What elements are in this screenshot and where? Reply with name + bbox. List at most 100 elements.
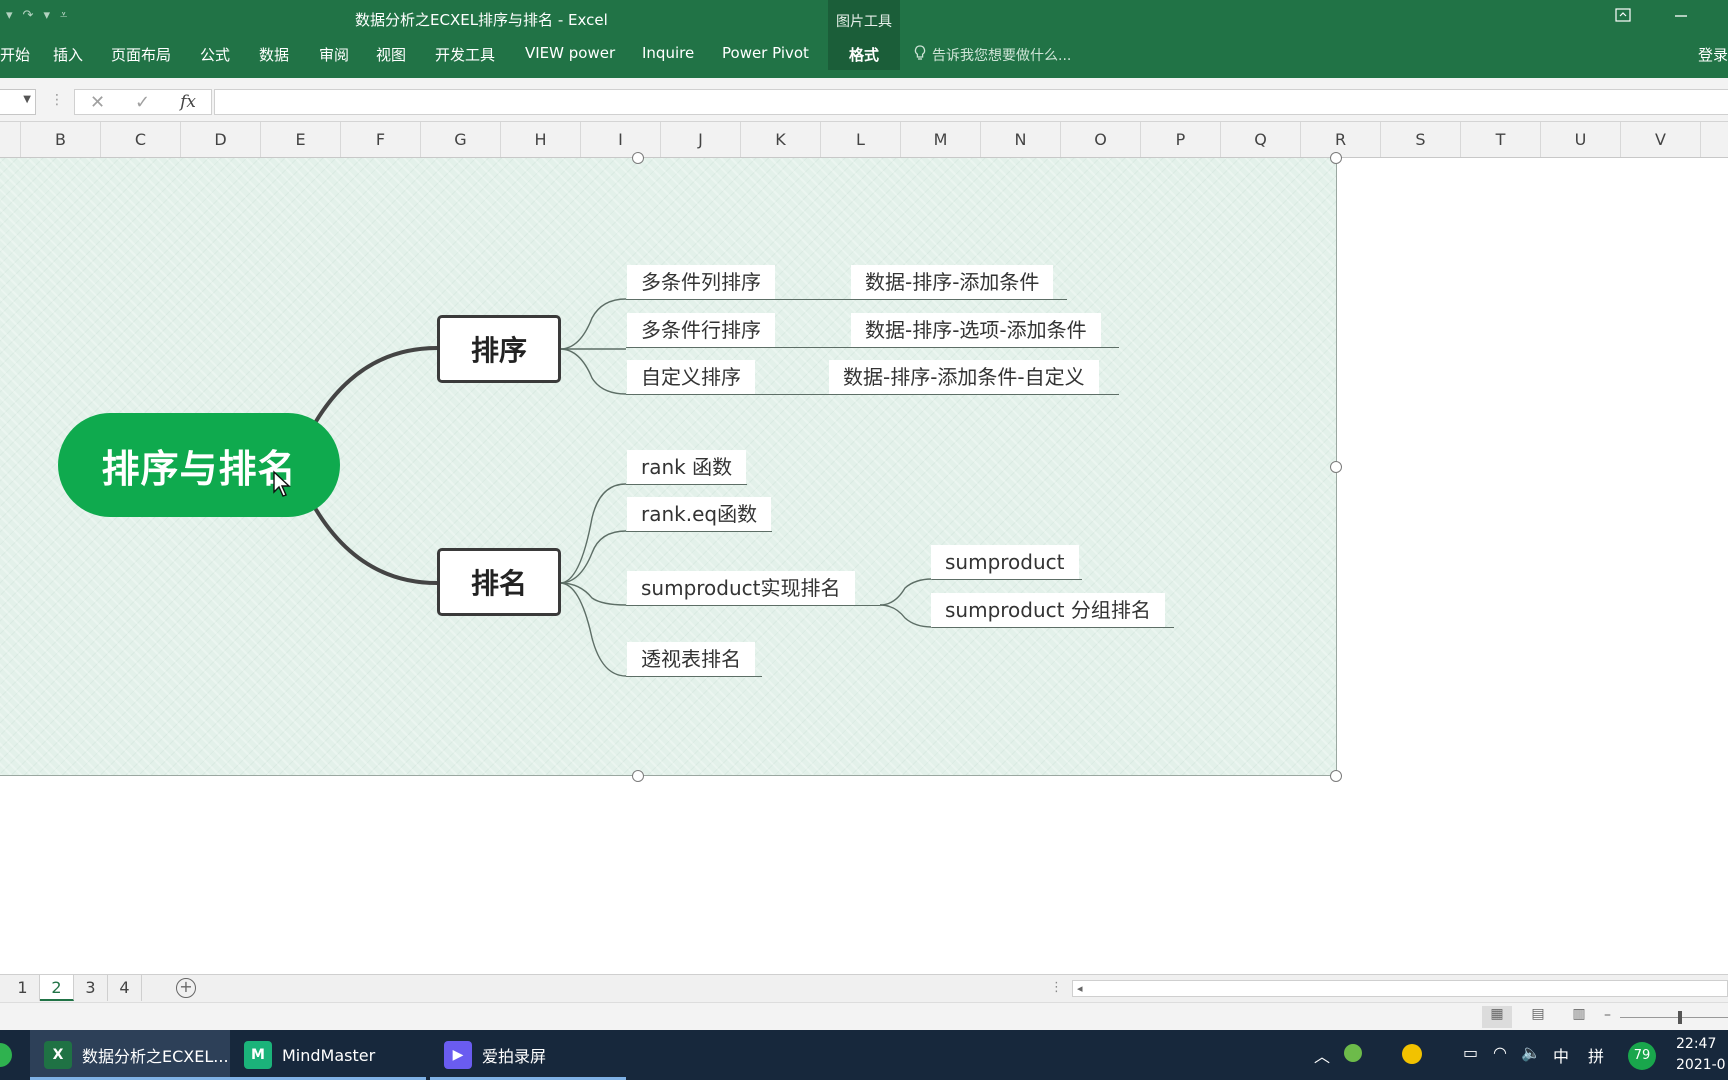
insert-function-icon[interactable]: fx bbox=[180, 92, 196, 112]
column-header-u[interactable]: U bbox=[1541, 122, 1621, 157]
column-header-r[interactable]: R bbox=[1301, 122, 1381, 157]
column-header-e[interactable]: E bbox=[261, 122, 341, 157]
tab-6[interactable]: 视图 bbox=[376, 44, 406, 65]
mindmap-root-node[interactable]: 排序与排名 bbox=[58, 413, 340, 517]
column-header-d[interactable]: D bbox=[181, 122, 261, 157]
add-sheet-icon[interactable]: + bbox=[176, 978, 196, 998]
start-icon[interactable] bbox=[0, 1043, 12, 1067]
zoom-slider[interactable] bbox=[1620, 1017, 1728, 1018]
page-break-view-icon[interactable]: ▥ bbox=[1564, 1006, 1594, 1028]
column-header-j[interactable]: J bbox=[661, 122, 741, 157]
network-icon[interactable]: ◠ bbox=[1493, 1043, 1507, 1062]
column-header-i[interactable]: I bbox=[581, 122, 661, 157]
scroll-left-icon[interactable]: ◂ bbox=[1077, 982, 1083, 995]
column-header-t[interactable]: T bbox=[1461, 122, 1541, 157]
mindmap-leaf-sumproduct-rank[interactable]: sumproduct实现排名 bbox=[627, 571, 855, 605]
horizontal-scrollbar[interactable]: ◂ bbox=[1072, 980, 1728, 997]
zoom-out-icon[interactable]: – bbox=[1604, 1007, 1611, 1023]
zoom-slider-thumb[interactable] bbox=[1678, 1011, 1682, 1024]
sheet-tab-bar: 1234 + ⋮ ◂ bbox=[0, 974, 1728, 1002]
resize-handle-top[interactable] bbox=[632, 152, 644, 164]
ribbon-display-options-icon[interactable] bbox=[1615, 8, 1631, 26]
sheet-tab-2[interactable]: 2 bbox=[40, 975, 74, 1001]
tab-2[interactable]: 页面布局 bbox=[111, 44, 171, 65]
column-header-p[interactable]: P bbox=[1141, 122, 1221, 157]
column-header-o[interactable]: O bbox=[1061, 122, 1141, 157]
mindmap-leaf-rank-function[interactable]: rank 函数 bbox=[627, 450, 747, 484]
battery-icon[interactable]: ▭ bbox=[1463, 1043, 1478, 1062]
column-header-v[interactable]: V bbox=[1621, 122, 1701, 157]
mindmap-detail-add-condition[interactable]: 数据-排序-添加条件 bbox=[851, 265, 1054, 299]
mindmap-leaf-sumproduct-group-rank[interactable]: sumproduct 分组排名 bbox=[931, 593, 1165, 627]
sheet-tab-3[interactable]: 3 bbox=[74, 975, 108, 1001]
redo-dropdown-icon[interactable]: ▾ bbox=[43, 8, 50, 23]
enter-icon[interactable]: ✓ bbox=[135, 92, 150, 113]
mindmap-leaf-pivot-rank[interactable]: 透视表排名 bbox=[627, 642, 755, 676]
tab-9[interactable]: Inquire bbox=[642, 44, 694, 62]
tab-7[interactable]: 开发工具 bbox=[435, 44, 495, 65]
tab-1[interactable]: 插入 bbox=[53, 44, 83, 65]
column-header-l[interactable]: L bbox=[821, 122, 901, 157]
mindmap-underline bbox=[626, 531, 772, 532]
mindmap-picture[interactable]: 排序与排名 排序 排名 多条件列排序 数据-排序-添加条件 多条件行排序 数据-… bbox=[0, 152, 1342, 782]
mindmap-detail-options-add-condition[interactable]: 数据-排序-选项-添加条件 bbox=[851, 313, 1101, 347]
ime-language[interactable]: 中 bbox=[1553, 1043, 1569, 1067]
normal-view-icon[interactable]: ▦ bbox=[1482, 1006, 1512, 1028]
resize-handle-bottom-right[interactable] bbox=[1330, 770, 1342, 782]
mindmap-leaf-multi-col-sort[interactable]: 多条件列排序 bbox=[627, 265, 775, 299]
notification-badge[interactable]: 79 bbox=[1628, 1042, 1656, 1070]
formula-bar-resize-handle[interactable]: ⋮ bbox=[50, 92, 64, 108]
login-link[interactable]: 登录 bbox=[1698, 44, 1728, 65]
mindmap-detail-add-condition-custom[interactable]: 数据-排序-添加条件-自定义 bbox=[829, 360, 1099, 394]
sheet-tab-1[interactable]: 1 bbox=[6, 975, 40, 1001]
tray-plus-icon[interactable] bbox=[1402, 1044, 1422, 1064]
tab-4[interactable]: 数据 bbox=[259, 44, 289, 65]
tab-format[interactable]: 格式 bbox=[828, 44, 900, 65]
column-header-c[interactable]: C bbox=[101, 122, 181, 157]
mindmap-branch-rank[interactable]: 排名 bbox=[437, 548, 561, 616]
name-box[interactable]: ▼ bbox=[0, 89, 36, 115]
tab-8[interactable]: VIEW power bbox=[525, 44, 615, 62]
volume-icon[interactable]: 🔈 bbox=[1521, 1043, 1541, 1062]
customize-qat-icon[interactable]: ⩡ bbox=[60, 8, 67, 23]
minimize-icon[interactable] bbox=[1674, 8, 1688, 26]
column-header-k[interactable]: K bbox=[741, 122, 821, 157]
resize-handle-top-right[interactable] bbox=[1330, 152, 1342, 164]
tab-0[interactable]: 开始 bbox=[0, 44, 30, 65]
taskbar-item-excel[interactable]: X 数据分析之ECXEL... bbox=[30, 1030, 230, 1080]
column-header-q[interactable]: Q bbox=[1221, 122, 1301, 157]
tab-10[interactable]: Power Pivot bbox=[722, 44, 809, 62]
mindmap-leaf-rank-eq-function[interactable]: rank.eq函数 bbox=[627, 497, 772, 531]
mindmap-leaf-custom-sort[interactable]: 自定义排序 bbox=[627, 360, 755, 394]
taskbar-item-aipai[interactable]: ▶ 爱拍录屏 bbox=[430, 1030, 626, 1080]
tab-5[interactable]: 审阅 bbox=[319, 44, 349, 65]
scroll-split-handle[interactable]: ⋮ bbox=[1050, 980, 1063, 995]
taskbar-item-mindmaster[interactable]: M MindMaster bbox=[230, 1030, 426, 1080]
clock[interactable]: 22:47 2021-0 bbox=[1676, 1034, 1728, 1076]
column-header-s[interactable]: S bbox=[1381, 122, 1461, 157]
sheet-tab-4[interactable]: 4 bbox=[108, 975, 142, 1001]
tell-me-box[interactable]: 告诉我您想要做什么... bbox=[914, 45, 1071, 65]
resize-handle-right[interactable] bbox=[1330, 461, 1342, 473]
tab-3[interactable]: 公式 bbox=[200, 44, 230, 65]
mindmap-branch-sort[interactable]: 排序 bbox=[437, 315, 561, 383]
column-header-f[interactable]: F bbox=[341, 122, 421, 157]
name-box-dropdown-icon[interactable]: ▼ bbox=[23, 94, 31, 105]
cancel-icon[interactable]: ✕ bbox=[90, 92, 105, 113]
tray-app-icon[interactable] bbox=[1344, 1044, 1362, 1062]
column-header-h[interactable]: H bbox=[501, 122, 581, 157]
column-header-n[interactable]: N bbox=[981, 122, 1061, 157]
formula-input[interactable] bbox=[214, 89, 1728, 115]
resize-handle-bottom[interactable] bbox=[632, 770, 644, 782]
tray-overflow-icon[interactable]: ︿ bbox=[1314, 1043, 1330, 1067]
column-header-g[interactable]: G bbox=[421, 122, 501, 157]
column-header-b[interactable]: B bbox=[21, 122, 101, 157]
ime-mode[interactable]: 拼 bbox=[1588, 1043, 1604, 1067]
column-header-a-partial[interactable] bbox=[0, 122, 21, 157]
column-header-m[interactable]: M bbox=[901, 122, 981, 157]
page-layout-view-icon[interactable]: ▤ bbox=[1523, 1006, 1553, 1028]
mindmap-leaf-sumproduct[interactable]: sumproduct bbox=[931, 545, 1079, 579]
mindmap-leaf-multi-row-sort[interactable]: 多条件行排序 bbox=[627, 313, 775, 347]
undo-dropdown-icon[interactable]: ▾ bbox=[6, 8, 13, 23]
redo-icon[interactable]: ↷ bbox=[23, 8, 34, 23]
